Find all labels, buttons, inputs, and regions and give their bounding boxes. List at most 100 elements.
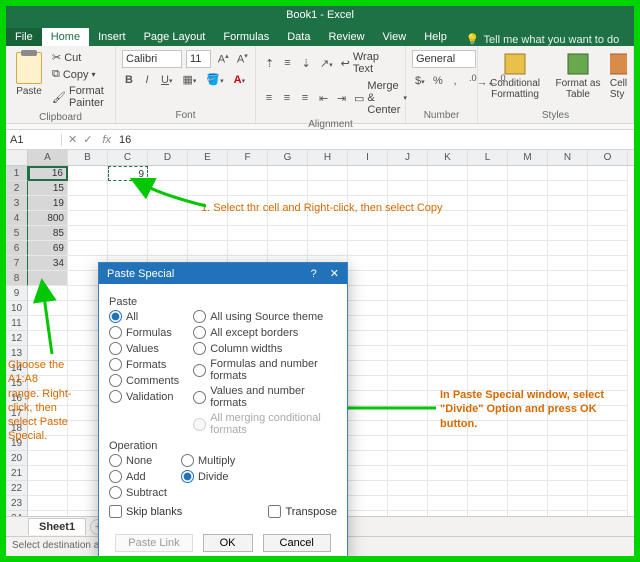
cell-I12[interactable]: [348, 331, 388, 346]
cell-N10[interactable]: [548, 301, 588, 316]
row-header-3[interactable]: 3: [6, 196, 28, 211]
radio-source-theme[interactable]: All using Source theme: [193, 310, 337, 323]
cell-A21[interactable]: [28, 466, 68, 481]
align-middle-button[interactable]: ≡: [280, 55, 294, 71]
cell-N2[interactable]: [548, 181, 588, 196]
cell-G6[interactable]: [268, 241, 308, 256]
radio-formulas[interactable]: Formulas: [109, 326, 179, 339]
cell-O12[interactable]: [588, 331, 628, 346]
font-size-combo[interactable]: 11: [186, 50, 211, 68]
col-header-L[interactable]: L: [468, 150, 508, 165]
cell-J21[interactable]: [388, 466, 428, 481]
cell-J6[interactable]: [388, 241, 428, 256]
paste-button[interactable]: Paste: [12, 50, 46, 99]
cell-N14[interactable]: [548, 361, 588, 376]
cell-A8[interactable]: [28, 271, 68, 286]
cell-I18[interactable]: [348, 421, 388, 436]
cell-N4[interactable]: [548, 211, 588, 226]
cell-A20[interactable]: [28, 451, 68, 466]
row-header-4[interactable]: 4: [6, 211, 28, 226]
cell-K13[interactable]: [428, 346, 468, 361]
cell-M19[interactable]: [508, 436, 548, 451]
cell-L21[interactable]: [468, 466, 508, 481]
cell-A9[interactable]: [28, 286, 68, 301]
cell-D1[interactable]: [148, 166, 188, 181]
cell-A7[interactable]: 34: [28, 256, 68, 271]
col-header-C[interactable]: C: [108, 150, 148, 165]
radio-none[interactable]: None: [109, 454, 167, 467]
tab-data[interactable]: Data: [278, 28, 319, 46]
format-as-table-button[interactable]: Format as Table: [550, 50, 606, 102]
cell-L20[interactable]: [468, 451, 508, 466]
font-name-combo[interactable]: Calibri: [122, 50, 182, 68]
cell-N20[interactable]: [548, 451, 588, 466]
radio-formats[interactable]: Formats: [109, 358, 179, 371]
cell-C5[interactable]: [108, 226, 148, 241]
cell-I9[interactable]: [348, 286, 388, 301]
close-icon[interactable]: ✕: [330, 268, 339, 280]
cell-N1[interactable]: [548, 166, 588, 181]
name-box[interactable]: A1: [6, 134, 62, 146]
cell-D6[interactable]: [148, 241, 188, 256]
radio-add[interactable]: Add: [109, 470, 167, 483]
cell-I13[interactable]: [348, 346, 388, 361]
cell-I5[interactable]: [348, 226, 388, 241]
cell-O20[interactable]: [588, 451, 628, 466]
cell-L13[interactable]: [468, 346, 508, 361]
cell-J1[interactable]: [388, 166, 428, 181]
radio-values[interactable]: Values: [109, 342, 179, 355]
cell-I11[interactable]: [348, 316, 388, 331]
tab-file[interactable]: File: [6, 28, 42, 46]
sheet-tab-active[interactable]: Sheet1: [28, 518, 86, 535]
cell-E6[interactable]: [188, 241, 228, 256]
cell-L9[interactable]: [468, 286, 508, 301]
fill-color-button[interactable]: 🪣▾: [203, 71, 226, 88]
col-header-K[interactable]: K: [428, 150, 468, 165]
cell-N21[interactable]: [548, 466, 588, 481]
borders-button[interactable]: ▦▾: [179, 71, 199, 88]
cell-M13[interactable]: [508, 346, 548, 361]
col-header-E[interactable]: E: [188, 150, 228, 165]
cell-L11[interactable]: [468, 316, 508, 331]
cell-O3[interactable]: [588, 196, 628, 211]
cell-D5[interactable]: [148, 226, 188, 241]
italic-button[interactable]: I: [140, 72, 154, 88]
cell-A6[interactable]: 69: [28, 241, 68, 256]
cell-J11[interactable]: [388, 316, 428, 331]
col-header-O[interactable]: O: [588, 150, 628, 165]
cell-N6[interactable]: [548, 241, 588, 256]
cell-K21[interactable]: [428, 466, 468, 481]
align-top-button[interactable]: ⇡: [262, 55, 276, 72]
cell-J22[interactable]: [388, 481, 428, 496]
cell-E5[interactable]: [188, 226, 228, 241]
cell-O23[interactable]: [588, 496, 628, 511]
cell-K12[interactable]: [428, 331, 468, 346]
cell-L10[interactable]: [468, 301, 508, 316]
grow-font-button[interactable]: A▴: [215, 50, 230, 68]
cell-H1[interactable]: [308, 166, 348, 181]
cell-I20[interactable]: [348, 451, 388, 466]
cell-N13[interactable]: [548, 346, 588, 361]
cell-A1[interactable]: 16: [28, 166, 68, 181]
cell-M8[interactable]: [508, 271, 548, 286]
cell-M20[interactable]: [508, 451, 548, 466]
cell-L6[interactable]: [468, 241, 508, 256]
cell-O1[interactable]: [588, 166, 628, 181]
select-all-corner[interactable]: [6, 150, 28, 165]
col-header-F[interactable]: F: [228, 150, 268, 165]
cell-I2[interactable]: [348, 181, 388, 196]
cell-B2[interactable]: [68, 181, 108, 196]
cell-D3[interactable]: [148, 196, 188, 211]
cell-M10[interactable]: [508, 301, 548, 316]
cell-L2[interactable]: [468, 181, 508, 196]
cell-M1[interactable]: [508, 166, 548, 181]
cell-K11[interactable]: [428, 316, 468, 331]
help-icon[interactable]: ?: [311, 268, 317, 280]
cell-O19[interactable]: [588, 436, 628, 451]
row-header-12[interactable]: 12: [6, 331, 28, 346]
cell-O11[interactable]: [588, 316, 628, 331]
cell-J5[interactable]: [388, 226, 428, 241]
cell-J12[interactable]: [388, 331, 428, 346]
cell-D4[interactable]: [148, 211, 188, 226]
cell-J13[interactable]: [388, 346, 428, 361]
